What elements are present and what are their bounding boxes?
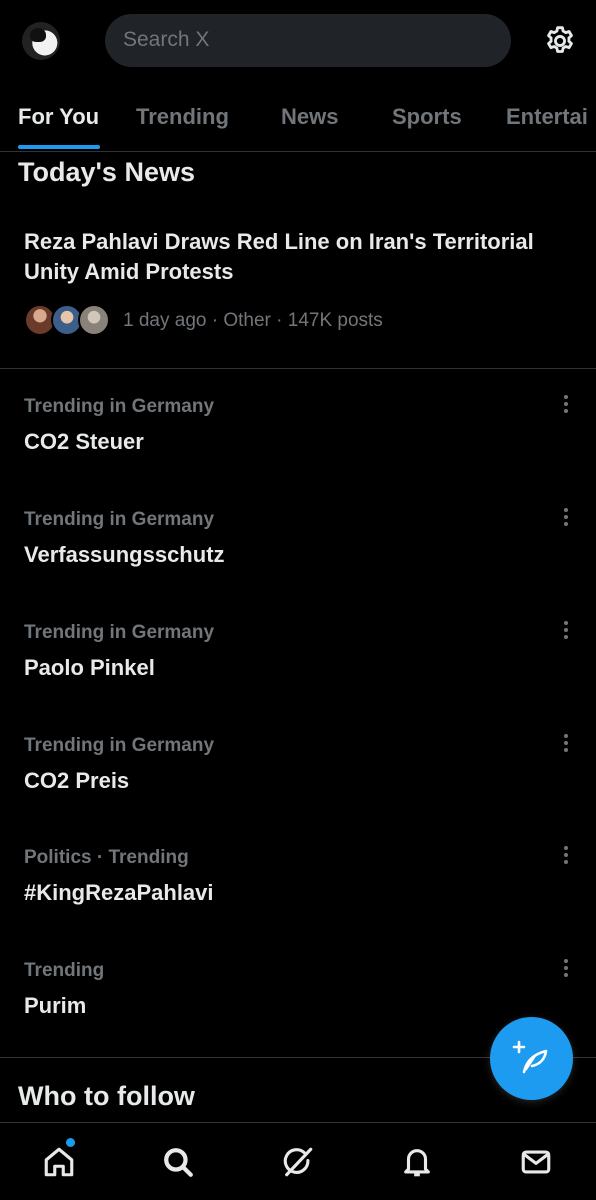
trend-context: Trending in Germany: [24, 622, 215, 643]
todays-news-title: Today's News: [18, 157, 195, 187]
trend-item[interactable]: Trending in Germany CO2 Steuer: [0, 395, 596, 508]
trend-name: CO2 Steuer: [24, 429, 144, 454]
active-tab-indicator: [18, 145, 100, 149]
trend-name: Purim: [24, 993, 87, 1018]
search-icon[interactable]: [161, 1145, 195, 1179]
trend-item[interactable]: Trending in Germany Paolo Pinkel: [0, 621, 596, 734]
trend-name: Verfassungsschutz: [24, 542, 225, 567]
trend-context: Trending: [24, 960, 105, 981]
home-icon[interactable]: [42, 1145, 76, 1179]
tab-trending[interactable]: Trending: [136, 104, 229, 130]
gear-icon[interactable]: [543, 24, 577, 58]
more-options-icon[interactable]: [556, 956, 576, 980]
divider: [0, 368, 596, 369]
news-meta-text: 1 day ago · Other · 147K posts: [123, 310, 383, 331]
more-options-icon[interactable]: [556, 618, 576, 642]
trend-context: Trending in Germany: [24, 735, 215, 756]
trend-name: Paolo Pinkel: [24, 655, 155, 680]
tab-for-you[interactable]: For You: [18, 104, 99, 130]
trend-context: Trending in Germany: [24, 509, 215, 530]
bottom-navigation: [0, 1122, 596, 1200]
home-notification-dot: [66, 1138, 75, 1147]
compose-post-icon: [512, 1040, 548, 1074]
compose-post-button[interactable]: [490, 1017, 573, 1100]
more-options-icon[interactable]: [556, 505, 576, 529]
tab-entertainment[interactable]: Entertai: [506, 104, 588, 130]
trend-item[interactable]: Trending in Germany CO2 Preis: [0, 734, 596, 847]
trend-item[interactable]: Politics · Trending #KingRezaPahlavi: [0, 846, 596, 959]
who-to-follow-title: Who to follow: [18, 1081, 195, 1111]
search-placeholder: Search X: [123, 28, 210, 51]
trend-name: #KingRezaPahlavi: [24, 880, 214, 905]
news-headline[interactable]: Reza Pahlavi Draws Red Line on Iran's Te…: [24, 227, 584, 287]
tab-sports[interactable]: Sports: [392, 104, 462, 130]
profile-avatar[interactable]: [22, 22, 60, 60]
trend-item[interactable]: Trending in Germany Verfassungsschutz: [0, 508, 596, 621]
trend-context: Trending in Germany: [24, 396, 215, 417]
search-input[interactable]: Search X: [105, 14, 511, 67]
top-bar: Search X: [0, 0, 596, 84]
notifications-icon[interactable]: [400, 1145, 434, 1179]
more-options-icon[interactable]: [556, 843, 576, 867]
trend-context: Politics · Trending: [24, 847, 189, 868]
tab-news[interactable]: News: [281, 104, 338, 130]
grok-icon[interactable]: [281, 1145, 315, 1179]
avatar: [78, 304, 110, 336]
trend-name: CO2 Preis: [24, 768, 130, 793]
messages-icon[interactable]: [519, 1145, 553, 1179]
more-options-icon[interactable]: [556, 392, 576, 416]
explore-tabs: For You Trending News Sports Entertai: [0, 96, 596, 152]
more-options-icon[interactable]: [556, 731, 576, 755]
